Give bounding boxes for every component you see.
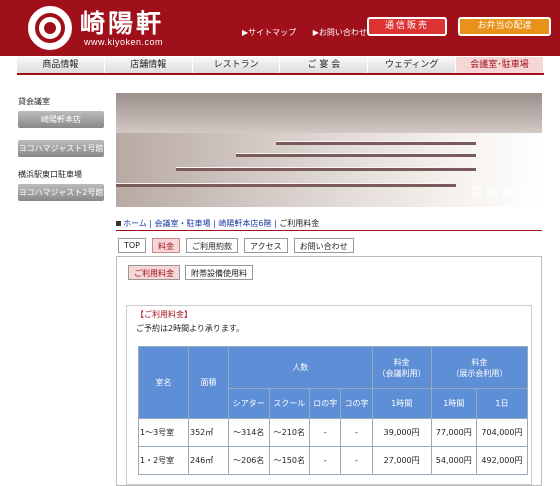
th-1h-party: 1時間 — [430, 388, 477, 419]
cell: ～206名 — [228, 446, 270, 475]
contact-link[interactable]: ▶お問い合わせ — [313, 28, 367, 37]
th-people: 人数 — [228, 346, 373, 389]
sidebar-item-just2[interactable]: ヨコハマジャスト2号館 — [18, 184, 104, 201]
cell: - — [309, 418, 342, 447]
th-ro: ロの字 — [309, 388, 342, 419]
tab-contact[interactable]: お問い合わせ — [293, 238, 354, 253]
breadcrumb-meeting[interactable]: 会議室・駐車場 — [155, 219, 211, 228]
site-url: www.kiyoken.com — [84, 37, 164, 47]
nav-products[interactable]: 商品情報 — [17, 57, 105, 73]
th-fee-meeting: 料金 （会議利用） — [371, 346, 432, 389]
cell: - — [340, 446, 373, 475]
logo-text[interactable]: 崎陽軒 — [80, 4, 164, 40]
th-ko: コの字 — [340, 388, 373, 419]
hero-caption: 貸会議室 — [469, 186, 534, 201]
page-tabs: TOP 料金 ご利用約款 アクセス お問い合わせ — [118, 238, 360, 253]
breadcrumb-current: ご利用料金 — [279, 219, 320, 228]
table-row: 1～3号室 352㎡ ～314名 ～210名 - - 39,000円 77,00… — [138, 418, 529, 447]
cell: - — [340, 418, 373, 447]
global-nav: 商品情報 店舗情報 レストラン ご 宴 会 ウェディング 会議室･駐車場 — [17, 57, 544, 75]
subtab-equipment[interactable]: 附帯設備使用料 — [185, 265, 253, 280]
breadcrumb-home[interactable]: ホーム — [123, 219, 147, 228]
th-area: 面積 — [188, 346, 229, 419]
cell: 1・2号室 — [138, 446, 189, 475]
cell: - — [309, 446, 342, 475]
cell: 246㎡ — [188, 446, 229, 475]
nav-meeting-parking[interactable]: 会議室･駐車場 — [456, 57, 544, 73]
cell: 704,000円 — [475, 418, 529, 447]
fee-table: 室名 面積 人数 料金 （会議利用） 料金 （展示会利用） シアター スクール … — [138, 346, 529, 475]
breadcrumb-honten6f[interactable]: 崎陽軒本店6階 — [218, 219, 271, 228]
cell: ～314名 — [228, 418, 270, 447]
sidebar-label-rental: 貸会議室 — [18, 97, 50, 106]
cell: 39,000円 — [371, 418, 432, 447]
logo-icon[interactable] — [28, 6, 72, 50]
nav-wedding[interactable]: ウェディング — [368, 57, 457, 73]
th-theater: シアター — [228, 388, 270, 419]
bento-delivery-button[interactable]: お弁当の配達 — [458, 17, 551, 36]
sidebar-label-parking: 横浜駅東口駐車場 — [18, 170, 82, 179]
site-header: 崎陽軒 www.kiyoken.com ▶サイトマップ ▶お問い合わせ 通信販売… — [0, 0, 560, 56]
nav-banquet[interactable]: ご 宴 会 — [280, 57, 369, 73]
tab-fee[interactable]: 料金 — [152, 238, 181, 253]
cell: 352㎡ — [188, 418, 229, 447]
cell: 54,000円 — [430, 446, 477, 475]
th-1d: 1日 — [475, 388, 529, 419]
th-1h: 1時間 — [371, 388, 432, 419]
subtab-fee[interactable]: ご利用料金 — [128, 265, 180, 280]
tab-terms[interactable]: ご利用約款 — [186, 238, 239, 253]
cell: ～210名 — [268, 418, 311, 447]
nav-restaurant[interactable]: レストラン — [192, 57, 281, 73]
sidebar-item-just1[interactable]: ヨコハマジャスト1号館 — [18, 140, 104, 157]
tab-access[interactable]: アクセス — [244, 238, 288, 253]
breadcrumb: ホーム | 会議室・駐車場 | 崎陽軒本店6階 | ご利用料金 — [116, 218, 319, 229]
fee-title: 【ご利用料金】 — [136, 310, 192, 319]
hero-image: 貸会議室 — [116, 93, 542, 207]
cell: 1～3号室 — [138, 418, 189, 447]
tab-top[interactable]: TOP — [118, 238, 147, 253]
sidebar: 貸会議室 崎陽軒本店 ヨコハマジャスト1号館 横浜駅東口駐車場 ヨコハマジャスト… — [18, 96, 108, 205]
th-fee-party: 料金 （展示会利用） — [430, 346, 529, 389]
th-room: 室名 — [138, 346, 189, 419]
mail-order-button[interactable]: 通信販売 — [367, 17, 447, 36]
th-school: スクール — [268, 388, 311, 419]
fee-note: ご予約は2時間より承ります。 — [136, 324, 245, 333]
cell: 77,000円 — [430, 418, 477, 447]
cell: 27,000円 — [371, 446, 432, 475]
cell: 492,000円 — [475, 446, 529, 475]
table-row: 1・2号室 246㎡ ～206名 ～150名 - - 27,000円 54,00… — [138, 446, 529, 475]
sidebar-item-honten[interactable]: 崎陽軒本店 — [18, 111, 104, 128]
nav-stores[interactable]: 店舗情報 — [104, 57, 193, 73]
sitemap-link[interactable]: ▶サイトマップ — [242, 28, 296, 37]
cell: ～150名 — [268, 446, 311, 475]
